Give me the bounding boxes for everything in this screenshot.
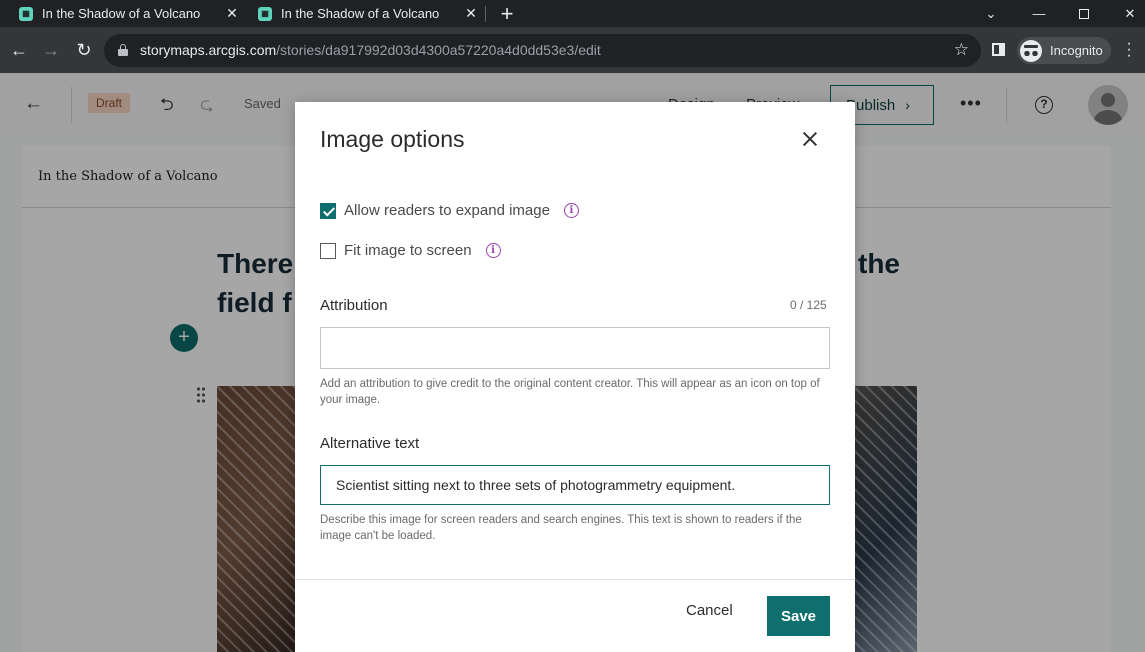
close-window-icon[interactable]: ✕ bbox=[1107, 0, 1145, 27]
alt-text-label: Alternative text bbox=[320, 435, 420, 452]
forward-arrow-icon[interactable]: → bbox=[37, 35, 65, 65]
new-tab-button[interactable]: + bbox=[496, 1, 518, 27]
alt-text-help: Describe this image for screen readers a… bbox=[320, 514, 802, 542]
storymaps-favicon-icon: ▦ bbox=[19, 6, 33, 21]
browser-tab-strip: ▦ In the Shadow of a Volcano ✕ ▦ In the … bbox=[0, 0, 1145, 27]
close-tab-icon[interactable]: ✕ bbox=[460, 5, 482, 22]
reload-icon[interactable]: ↻ bbox=[70, 35, 98, 65]
dialog-title: Image options bbox=[320, 126, 465, 152]
image-options-dialog: Image options Allow readers to expand im… bbox=[295, 102, 855, 652]
close-tab-icon[interactable]: ✕ bbox=[221, 5, 243, 22]
attribution-input[interactable] bbox=[320, 327, 830, 369]
browser-tab[interactable]: ▦ In the Shadow of a Volcano ✕ bbox=[247, 0, 486, 27]
maximize-icon[interactable] bbox=[1061, 0, 1107, 27]
side-panel-icon[interactable] bbox=[992, 43, 1005, 56]
url-host: storymaps.arcgis.com bbox=[140, 42, 277, 58]
close-icon[interactable] bbox=[799, 128, 821, 150]
storymaps-favicon-icon: ▦ bbox=[258, 6, 272, 21]
minimize-icon[interactable]: — bbox=[1016, 0, 1062, 27]
fit-image-option[interactable]: Fit image to screen i bbox=[320, 242, 501, 259]
browser-toolbar: ← → ↻ storymaps.arcgis.com/stories/da917… bbox=[0, 27, 1145, 73]
lock-icon[interactable] bbox=[118, 44, 128, 56]
expand-image-label[interactable]: Allow readers to expand image bbox=[344, 202, 550, 219]
url-path: /stories/da917992d03d4300a57220a4d0dd53e… bbox=[276, 42, 601, 58]
attribution-help: Add an attribution to give credit to the… bbox=[320, 378, 820, 406]
url-text[interactable]: storymaps.arcgis.com/stories/da917992d03… bbox=[140, 42, 601, 58]
browser-menu-icon[interactable]: · · · bbox=[1124, 36, 1134, 64]
tab-search-icon[interactable]: ⌄ bbox=[968, 0, 1014, 27]
incognito-icon bbox=[1020, 39, 1042, 62]
save-button[interactable]: Save bbox=[767, 596, 830, 636]
dialog-footer-divider bbox=[295, 579, 855, 580]
fit-image-label[interactable]: Fit image to screen bbox=[344, 242, 472, 259]
expand-image-option[interactable]: Allow readers to expand image i bbox=[320, 202, 579, 219]
tab-title: In the Shadow of a Volcano bbox=[42, 6, 201, 21]
attribution-counter: 0 / 125 bbox=[790, 298, 827, 312]
tab-divider bbox=[485, 6, 486, 22]
cancel-button[interactable]: Cancel bbox=[686, 602, 733, 619]
address-bar[interactable]: storymaps.arcgis.com/stories/da917992d03… bbox=[104, 34, 981, 67]
browser-tab[interactable]: ▦ In the Shadow of a Volcano ✕ bbox=[8, 0, 247, 27]
back-arrow-icon[interactable]: ← bbox=[5, 35, 33, 65]
attribution-label: Attribution bbox=[320, 297, 388, 314]
incognito-badge[interactable]: Incognito bbox=[1017, 37, 1111, 64]
fit-image-checkbox[interactable] bbox=[320, 242, 336, 259]
tab-title: In the Shadow of a Volcano bbox=[281, 6, 440, 21]
info-icon[interactable]: i bbox=[563, 203, 579, 218]
bookmark-star-icon[interactable]: ☆ bbox=[954, 40, 969, 60]
alt-text-input[interactable] bbox=[320, 465, 830, 505]
profile-label: Incognito bbox=[1050, 43, 1103, 58]
expand-image-checkbox[interactable] bbox=[320, 202, 336, 219]
info-icon[interactable]: i bbox=[485, 243, 501, 258]
